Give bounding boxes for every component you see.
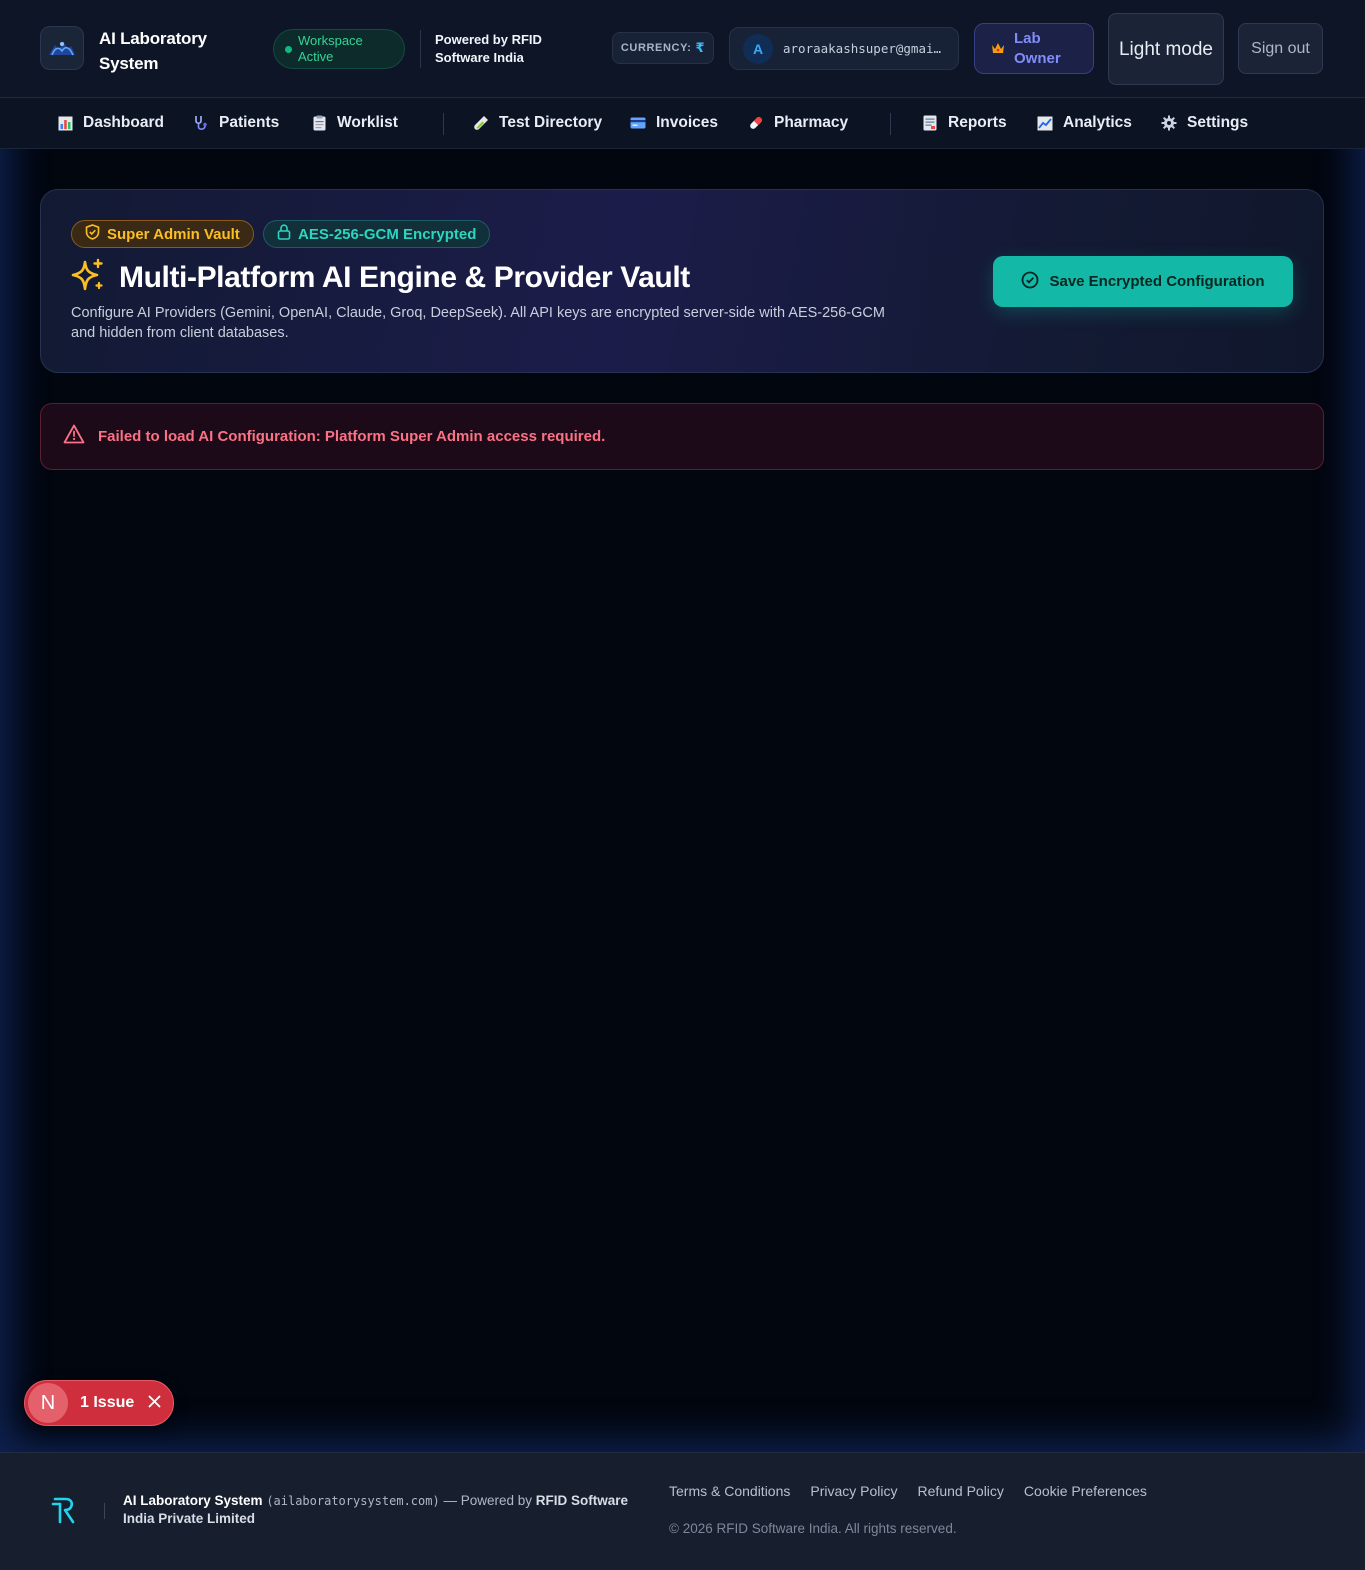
nav-item-test-directory[interactable]: Test Directory [473, 98, 602, 148]
nav-label-worklist: Worklist [337, 114, 398, 131]
powered-by-text: Powered by RFID Software India [435, 32, 542, 65]
workspace-status-label: Workspace Active [298, 33, 363, 64]
shield-check-icon [85, 224, 100, 244]
refund-link[interactable]: Refund Policy [918, 1483, 1004, 1499]
role-label: Lab Owner [1014, 29, 1061, 67]
footer-brand-text: AI Laboratory System (ailaboratorysystem… [123, 1492, 643, 1528]
nav-label-invoices: Invoices [656, 114, 719, 131]
nav-item-patients[interactable]: Patients [193, 98, 279, 148]
sign-out-button[interactable]: Sign out [1238, 23, 1323, 74]
nav-item-reports[interactable]: Reports [922, 98, 1007, 148]
avatar: A [743, 33, 773, 64]
super-admin-badge-label: Super Admin Vault [107, 225, 240, 243]
nav-label-test-directory: Test Directory [499, 114, 603, 131]
role-button[interactable]: Lab Owner [974, 23, 1094, 74]
main-nav: Dashboard Patients Worklist Test Directo… [0, 98, 1365, 149]
privacy-link[interactable]: Privacy Policy [810, 1483, 897, 1499]
header-divider [420, 30, 421, 68]
stethoscope-icon [193, 115, 209, 131]
currency-indicator[interactable]: CURRENCY: ₹ [612, 32, 714, 64]
issues-count[interactable]: 1 Issue [80, 1394, 134, 1412]
credit-card-icon [630, 115, 646, 131]
currency-label: CURRENCY: [620, 42, 692, 54]
encryption-badge: AES-256-GCM Encrypted [263, 220, 491, 248]
save-configuration-label: Save Encrypted Configuration [1049, 273, 1265, 290]
page-description: Configure AI Providers (Gemini, OpenAI, … [71, 305, 885, 341]
theme-toggle-button[interactable]: Light mode [1108, 13, 1224, 85]
nav-item-invoices[interactable]: Invoices [630, 98, 718, 148]
status-dot-icon [285, 45, 292, 53]
top-header: AI Laboratory System Workspace Active Po… [0, 0, 1365, 98]
currency-symbol: ₹ [695, 40, 706, 55]
clipboard-icon [311, 115, 327, 131]
bar-chart-icon [57, 115, 73, 131]
user-account-chip[interactable]: A aroraakashsuper@gmai… [729, 27, 959, 70]
trend-chart-icon [1037, 115, 1053, 131]
nav-item-worklist[interactable]: Worklist [311, 98, 398, 148]
report-icon [922, 115, 938, 131]
workspace-status-badge: Workspace Active [273, 29, 405, 69]
footer-divider [104, 1503, 105, 1519]
nav-divider [443, 113, 444, 135]
issues-indicator[interactable]: N 1 Issue [24, 1380, 174, 1426]
nav-label-settings: Settings [1187, 114, 1249, 131]
copyright-text: © 2026 RFID Software India. All rights r… [669, 1521, 957, 1536]
page-footer: AI Laboratory System (ailaboratorysystem… [0, 1452, 1365, 1570]
terms-link[interactable]: Terms & Conditions [669, 1483, 790, 1499]
gear-icon [1161, 115, 1177, 131]
lock-icon [277, 224, 291, 244]
footer-powered-prefix: — Powered by [443, 1493, 533, 1508]
error-alert: Failed to load AI Configuration: Platfor… [40, 403, 1324, 470]
test-tube-icon [473, 115, 489, 131]
nav-item-pharmacy[interactable]: Pharmacy [748, 98, 848, 148]
title-row: Multi-Platform AI Engine & Provider Vaul… [71, 258, 690, 297]
pill-icon [748, 115, 764, 131]
rfid-logo-icon [51, 1495, 79, 1525]
close-icon[interactable] [148, 1393, 161, 1413]
save-configuration-button[interactable]: Save Encrypted Configuration [993, 256, 1293, 307]
nav-label-reports: Reports [948, 114, 1007, 131]
footer-brand-name: AI Laboratory System [123, 1493, 263, 1508]
nav-item-analytics[interactable]: Analytics [1037, 98, 1132, 148]
footer-domain: (ailaboratorysystem.com) [266, 1494, 440, 1508]
check-circle-icon [1021, 271, 1039, 293]
ai-vault-header-card: Super Admin Vault AES-256-GCM Encrypted … [40, 189, 1324, 373]
nav-divider [890, 113, 891, 135]
user-email: aroraakashsuper@gmai… [783, 41, 942, 56]
sparkles-icon [71, 258, 105, 297]
error-message: Failed to load AI Configuration: Platfor… [98, 428, 606, 445]
crown-icon [991, 41, 1005, 57]
app-title: AI Laboratory System [99, 29, 207, 73]
dev-tools-logo-icon[interactable]: N [28, 1383, 68, 1423]
nav-label-patients: Patients [219, 114, 280, 131]
cookie-preferences-link[interactable]: Cookie Preferences [1024, 1483, 1147, 1499]
lab-logo-icon[interactable] [40, 26, 84, 70]
footer-links: Terms & Conditions Privacy Policy Refund… [669, 1483, 1147, 1499]
super-admin-badge: Super Admin Vault [71, 220, 254, 248]
page-title: Multi-Platform AI Engine & Provider Vaul… [119, 260, 690, 294]
nav-label-analytics: Analytics [1063, 114, 1132, 131]
nav-label-pharmacy: Pharmacy [774, 114, 849, 131]
nav-item-settings[interactable]: Settings [1161, 98, 1248, 148]
warning-triangle-icon [63, 424, 85, 449]
nav-label-dashboard: Dashboard [83, 114, 164, 131]
encryption-badge-label: AES-256-GCM Encrypted [298, 225, 477, 243]
nav-item-dashboard[interactable]: Dashboard [57, 98, 164, 148]
main-viewport: AI Laboratory System Workspace Active Po… [0, 0, 1365, 1452]
